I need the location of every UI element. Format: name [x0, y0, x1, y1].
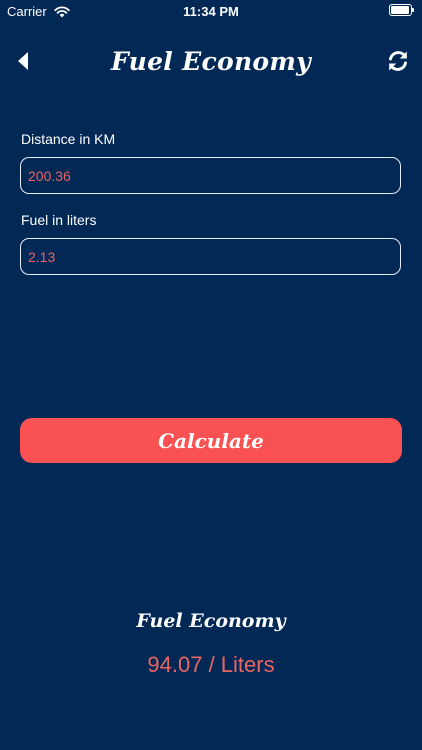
fuel-input[interactable]	[20, 238, 401, 275]
result-value: 94.07 / Liters	[147, 652, 275, 677]
nav-bar: Fuel Economy	[0, 40, 422, 84]
distance-input[interactable]	[20, 157, 401, 194]
calculate-button[interactable]: Calculate	[20, 418, 402, 463]
status-time: 11:34 PM	[183, 4, 239, 19]
status-bar: Carrier 11:34 PM	[0, 0, 422, 24]
battery-icon	[389, 4, 414, 16]
fuel-label: Fuel in liters	[21, 212, 97, 228]
refresh-icon	[389, 51, 407, 71]
page-title: Fuel Economy	[111, 47, 311, 76]
result-title: Fuel Economy	[136, 610, 286, 632]
distance-label: Distance in KM	[21, 131, 116, 147]
refresh-button[interactable]	[386, 49, 410, 73]
